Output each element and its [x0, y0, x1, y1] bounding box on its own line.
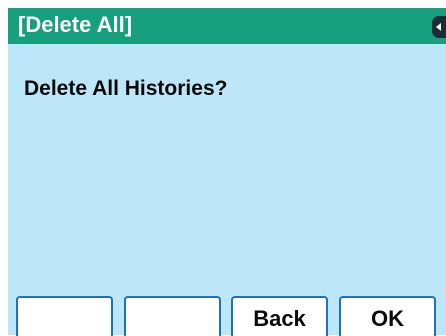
softkey-2[interactable]: [124, 296, 221, 336]
ok-button[interactable]: OK: [339, 296, 436, 336]
softkey-1[interactable]: [16, 296, 113, 336]
title-bar: [Delete All]: [8, 8, 446, 44]
confirmation-prompt: Delete All Histories?: [24, 77, 228, 100]
back-button[interactable]: Back: [231, 296, 328, 336]
page-title: [Delete All]: [18, 12, 133, 37]
phone-screen: [Delete All] Delete All Histories?: [8, 8, 446, 335]
left-arrow-icon: [432, 16, 446, 38]
